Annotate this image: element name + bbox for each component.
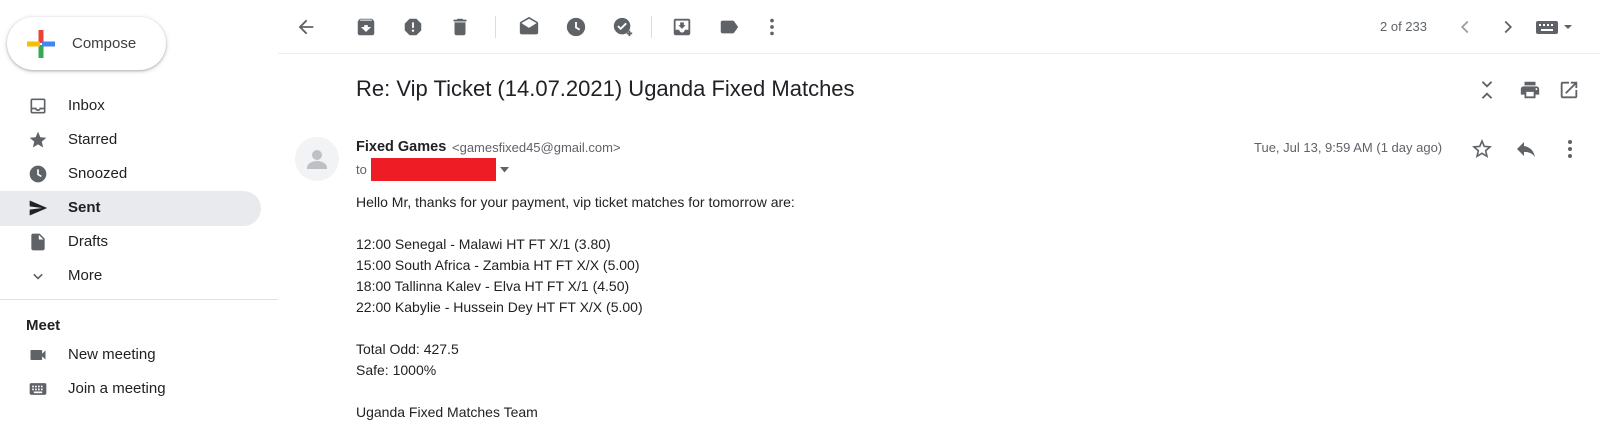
meet-item-label: Join a meeting	[68, 380, 166, 397]
meet-join-meeting[interactable]: Join a meeting	[0, 372, 261, 407]
match-line: 18:00 Tallinna Kalev - Elva HT FT X/1 (4…	[356, 278, 630, 294]
compose-label: Compose	[72, 35, 137, 52]
archive-icon[interactable]	[355, 16, 377, 38]
body-blank-line	[356, 213, 795, 234]
match-line: 15:00 South Africa - Zambia HT FT X/X (5…	[356, 257, 640, 273]
show-details-caret-icon[interactable]	[499, 166, 510, 174]
email-subject: Re: Vip Ticket (14.07.2021) Uganda Fixed…	[356, 76, 855, 101]
toolbar-divider	[651, 16, 652, 38]
toolbar-divider	[495, 16, 496, 38]
sidebar-item-label: Drafts	[68, 233, 109, 250]
body-greeting: Hello Mr, thanks for your payment, vip t…	[356, 194, 795, 210]
keyboard-icon	[29, 383, 47, 395]
recipient-label: to	[356, 162, 367, 177]
sidebar-item-label: More	[68, 267, 103, 284]
draft-icon	[31, 233, 45, 251]
meet-item-label: New meeting	[68, 346, 156, 363]
send-icon	[29, 200, 48, 216]
sidebar-divider	[0, 299, 278, 300]
compose-button[interactable]: Compose	[7, 17, 166, 70]
chevron-down-icon	[33, 273, 43, 280]
move-to-icon[interactable]	[671, 16, 693, 38]
safe-line: Safe: 1000%	[356, 362, 437, 378]
signature-line: Uganda Fixed Matches Team	[356, 404, 538, 420]
expand-all-icon[interactable]	[1476, 79, 1498, 101]
label-icon[interactable]	[718, 16, 740, 38]
sidebar-item-sent[interactable]: Sent	[0, 191, 261, 226]
pagination-text: 2 of 233	[1380, 19, 1427, 34]
sidebar: Compose Inbox Starred Snoozed Sent Draft…	[0, 0, 278, 419]
newer-chevron-left-icon[interactable]	[1454, 16, 1476, 38]
sidebar-item-drafts[interactable]: Drafts	[0, 225, 261, 260]
match-line: 12:00 Senegal - Malawi HT FT X/1 (3.80)	[356, 236, 611, 252]
videocam-icon	[30, 350, 46, 360]
sidebar-item-starred[interactable]: Starred	[0, 123, 261, 158]
report-spam-icon[interactable]	[402, 16, 424, 38]
print-icon[interactable]	[1519, 79, 1541, 101]
sender-email: <gamesfixed45@gmail.com>	[452, 140, 621, 155]
mark-unread-icon[interactable]	[518, 16, 540, 38]
sidebar-item-label: Sent	[68, 199, 101, 216]
total-odd-line: Total Odd: 427.5	[356, 341, 459, 357]
sidebar-item-more[interactable]: More	[0, 259, 261, 294]
sidebar-item-snoozed[interactable]: Snoozed	[0, 157, 261, 192]
delete-icon[interactable]	[449, 16, 471, 38]
redacted-recipient	[371, 158, 496, 181]
default-person-icon	[307, 150, 327, 169]
input-tools-keyboard-icon[interactable]	[1535, 16, 1575, 38]
sidebar-item-inbox[interactable]: Inbox	[0, 89, 261, 124]
clock-icon	[29, 165, 47, 183]
body-blank-line	[356, 381, 795, 402]
body-blank-line	[356, 318, 795, 339]
message-toolbar: 2 of 233	[278, 0, 1600, 54]
sidebar-item-label: Starred	[68, 131, 118, 148]
match-line: 22:00 Kabylie - Hussein Dey HT FT X/X (5…	[356, 299, 643, 315]
sender-name[interactable]: Fixed Games	[356, 139, 446, 155]
meet-section-title: Meet	[26, 317, 61, 334]
meet-new-meeting[interactable]: New meeting	[0, 338, 261, 373]
more-options-icon[interactable]	[1558, 137, 1582, 161]
sender-avatar[interactable]	[295, 137, 339, 181]
sidebar-item-label: Inbox	[68, 97, 105, 114]
snooze-icon[interactable]	[565, 16, 587, 38]
sidebar-item-label: Snoozed	[68, 165, 128, 182]
more-vert-icon[interactable]	[761, 16, 783, 38]
message-date: Tue, Jul 13, 9:59 AM (1 day ago)	[1254, 140, 1443, 155]
star-icon	[29, 131, 47, 148]
email-body: Hello Mr, thanks for your payment, vip t…	[356, 192, 795, 423]
inbox-icon	[30, 98, 46, 114]
older-chevron-right-icon[interactable]	[1497, 16, 1519, 38]
star-outline-icon[interactable]	[1470, 137, 1494, 161]
reply-icon[interactable]	[1514, 137, 1538, 161]
compose-plus-icon	[27, 29, 55, 58]
add-to-tasks-icon[interactable]	[612, 16, 634, 38]
back-arrow-icon[interactable]	[295, 16, 317, 38]
open-in-new-window-icon[interactable]	[1558, 79, 1580, 101]
